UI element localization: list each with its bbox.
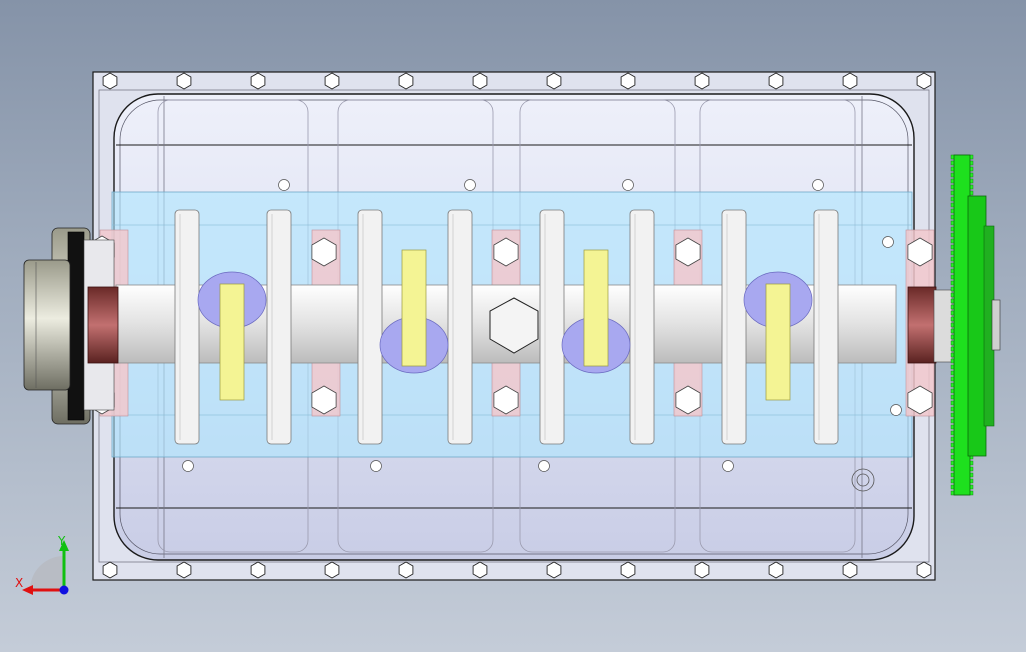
flange-bolt-top[interactable]	[250, 72, 266, 90]
oil-hole	[890, 404, 902, 416]
flange-bolt-top[interactable]	[102, 72, 118, 90]
flange-bolt-bottom[interactable]	[472, 561, 488, 579]
flange-bolt-bottom[interactable]	[768, 561, 784, 579]
crank-web[interactable]	[174, 209, 200, 445]
flange-bolt-bottom[interactable]	[546, 561, 562, 579]
flange-bolt-top[interactable]	[842, 72, 858, 90]
flange-bolt-top[interactable]	[916, 72, 932, 90]
flange-bolt-top[interactable]	[324, 72, 340, 90]
crankshaft-assembly-drawing[interactable]: Y X	[0, 0, 1026, 652]
flange-bolt-bottom[interactable]	[324, 561, 340, 579]
crank-web[interactable]	[357, 209, 383, 445]
crank-web[interactable]	[266, 209, 292, 445]
flange-bolt-bottom[interactable]	[694, 561, 710, 579]
flange-bolt-top[interactable]	[472, 72, 488, 90]
flange-bolt-top[interactable]	[694, 72, 710, 90]
flange-bolt-bottom[interactable]	[250, 561, 266, 579]
flange-bolt-top[interactable]	[768, 72, 784, 90]
connecting-rod-bearing[interactable]	[583, 249, 609, 367]
cad-viewport[interactable]: Y X	[0, 0, 1026, 652]
flange-bolt-bottom[interactable]	[176, 561, 192, 579]
y-axis-label: Y	[57, 534, 66, 548]
flange-bolt-bottom[interactable]	[620, 561, 636, 579]
flange-bolt-bottom[interactable]	[842, 561, 858, 579]
flange-bolt-bottom[interactable]	[102, 561, 118, 579]
flange-bolt-top[interactable]	[176, 72, 192, 90]
connecting-rod-bearing[interactable]	[219, 283, 245, 401]
oil-hole	[538, 460, 550, 472]
oil-hole	[182, 460, 194, 472]
crank-web[interactable]	[539, 209, 565, 445]
connecting-rod-bearing[interactable]	[765, 283, 791, 401]
x-axis-label: X	[15, 576, 23, 590]
oil-hole	[882, 236, 894, 248]
flywheel-gear[interactable]	[933, 154, 1001, 496]
flange-bolt-top[interactable]	[398, 72, 414, 90]
crank-web[interactable]	[447, 209, 473, 445]
crank-web[interactable]	[629, 209, 655, 445]
oil-hole	[464, 179, 476, 191]
oil-hole	[370, 460, 382, 472]
oil-hole	[622, 179, 634, 191]
crank-web[interactable]	[813, 209, 839, 445]
connecting-rod-bearing[interactable]	[401, 249, 427, 367]
flange-bolt-top[interactable]	[620, 72, 636, 90]
oil-hole	[278, 179, 290, 191]
oil-hole	[812, 179, 824, 191]
oil-hole	[722, 460, 734, 472]
rear-seal	[907, 286, 937, 364]
flange-bolt-bottom[interactable]	[398, 561, 414, 579]
front-seal	[87, 286, 119, 364]
coordinate-triad: Y X	[15, 534, 69, 595]
crank-web[interactable]	[721, 209, 747, 445]
flange-bolt-bottom[interactable]	[916, 561, 932, 579]
flange-bolt-top[interactable]	[546, 72, 562, 90]
